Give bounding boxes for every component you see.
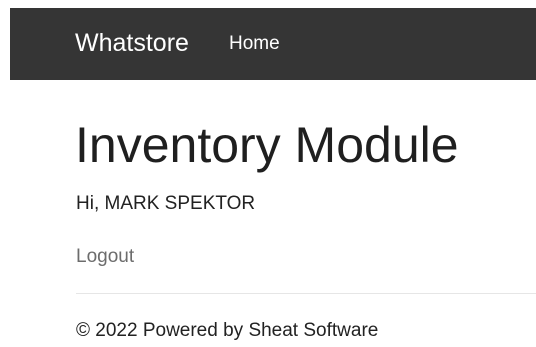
footer-text: © 2022 Powered by Sheat Software: [76, 320, 379, 341]
logout-link[interactable]: Logout: [76, 245, 134, 269]
page-title: Inventory Module: [75, 117, 459, 173]
top-navbar: Whatstore Home: [10, 8, 536, 80]
brand-link[interactable]: Whatstore: [75, 28, 189, 58]
footer-divider: [76, 293, 536, 294]
user-greeting: Hi, MARK SPEKTOR: [76, 193, 256, 214]
nav-link-home[interactable]: Home: [229, 32, 280, 56]
